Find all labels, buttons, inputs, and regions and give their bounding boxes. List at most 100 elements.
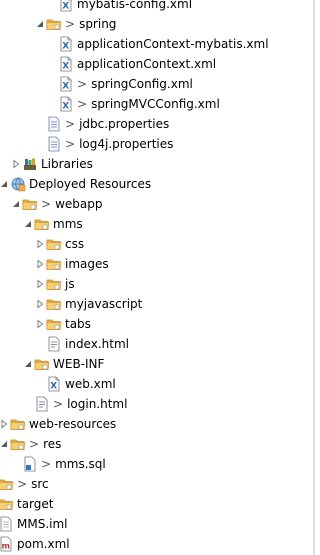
git-change-marker: >	[17, 477, 28, 491]
git-change-marker: >	[41, 197, 52, 211]
folder-icon	[34, 356, 50, 372]
tree-item[interactable]: X web.xml	[34, 374, 116, 394]
tree-item[interactable]: web-resources	[0, 414, 116, 434]
tree-item-label: MMS.iml	[17, 517, 68, 531]
folder-icon	[46, 16, 62, 32]
tree-item-label: res	[43, 437, 62, 451]
tree-item-label: src	[31, 477, 49, 491]
tree-item-label: WEB-INF	[53, 357, 105, 371]
tree-item-label: pom.xml	[17, 537, 70, 551]
git-change-marker: >	[77, 77, 88, 91]
tree-item[interactable]: > login.html	[22, 394, 127, 414]
no-twisty	[22, 394, 34, 414]
svg-text:X: X	[62, 62, 69, 72]
tree-item[interactable]: mms	[22, 214, 83, 234]
html-file-icon	[34, 396, 50, 412]
xml-file-icon: X	[46, 376, 62, 392]
tree-item-label: js	[65, 277, 75, 291]
tree-item-label: images	[65, 257, 109, 271]
folder-icon	[46, 276, 62, 292]
tree-item[interactable]: tabs	[34, 314, 91, 334]
expand-arrow-icon[interactable]	[34, 314, 46, 334]
collapse-arrow-icon[interactable]	[34, 14, 46, 34]
tree-item[interactable]: MMS.iml	[0, 514, 68, 534]
scrollbar-edge[interactable]	[313, 0, 315, 555]
tree-item[interactable]: X mybatis-config.xml	[46, 0, 192, 14]
tree-item[interactable]: X > springConfig.xml	[46, 74, 193, 94]
tree-item-label: login.html	[67, 397, 128, 411]
folder-icon	[10, 416, 26, 432]
expand-arrow-icon[interactable]	[34, 234, 46, 254]
tree-item[interactable]: > webapp	[10, 194, 102, 214]
iml-file-icon	[0, 516, 14, 532]
collapse-arrow-icon[interactable]	[22, 214, 34, 234]
git-change-marker: >	[65, 117, 76, 131]
tree-item-label: jdbc.properties	[79, 117, 170, 131]
tree-item-label: Deployed Resources	[29, 177, 152, 191]
git-change-marker: >	[77, 97, 88, 111]
collapse-arrow-icon[interactable]	[22, 354, 34, 374]
tree-item-label: applicationContext.xml	[77, 57, 217, 71]
folder-icon	[46, 236, 62, 252]
no-twisty	[46, 54, 58, 74]
tree-item[interactable]: m pom.xml	[0, 534, 70, 554]
tree-item[interactable]: X applicationContext-mybatis.xml	[46, 34, 269, 54]
no-twisty	[34, 134, 46, 154]
expand-arrow-icon[interactable]	[0, 414, 10, 434]
no-twisty	[34, 374, 46, 394]
tree-item-label: mms.sql	[55, 457, 106, 471]
tree-item[interactable]: WEB-INF	[22, 354, 104, 374]
tree-item-label: tabs	[65, 317, 91, 331]
no-twisty	[46, 34, 58, 54]
tree-item-label: webapp	[55, 197, 103, 211]
expand-arrow-icon[interactable]	[34, 254, 46, 274]
tree-item[interactable]: Deployed Resources	[0, 174, 151, 194]
git-change-marker: >	[65, 137, 76, 151]
git-change-marker: >	[65, 17, 76, 31]
tree-item[interactable]: > mms.sql	[10, 454, 106, 474]
svg-text:X: X	[62, 102, 69, 112]
folder-icon	[46, 296, 62, 312]
xml-file-icon: X	[58, 0, 74, 12]
tree-item-label: springMVCConfig.xml	[91, 97, 220, 111]
properties-file-icon	[46, 116, 62, 132]
folder-icon	[46, 256, 62, 272]
tree-item-label: web.xml	[65, 377, 116, 391]
expand-arrow-icon[interactable]	[34, 294, 46, 314]
collapse-arrow-icon[interactable]	[0, 174, 10, 194]
pom-file-icon: m	[0, 536, 14, 552]
tree-item-label: log4j.properties	[79, 137, 174, 151]
tree-item[interactable]: images	[34, 254, 109, 274]
xml-file-icon: X	[58, 36, 74, 52]
tree-item[interactable]: js	[34, 274, 75, 294]
collapse-arrow-icon[interactable]	[10, 194, 22, 214]
tree-item[interactable]: > res	[0, 434, 61, 454]
tree-item[interactable]: css	[34, 234, 84, 254]
library-icon	[22, 156, 38, 172]
tree-item-label: mybatis-config.xml	[77, 0, 193, 11]
collapse-arrow-icon[interactable]	[0, 434, 10, 454]
tree-item[interactable]: > jdbc.properties	[34, 114, 169, 134]
tree-item-label: Libraries	[41, 157, 93, 171]
tree-item[interactable]: Libraries	[10, 154, 93, 174]
git-change-marker: >	[41, 457, 52, 471]
folder-icon	[0, 476, 14, 492]
xml-file-icon: X	[58, 96, 74, 112]
tree-item[interactable]: > src	[0, 474, 49, 494]
tree-item[interactable]: myjavascript	[34, 294, 142, 314]
xml-file-icon: X	[58, 76, 74, 92]
svg-text:m: m	[2, 542, 10, 551]
folder-icon	[46, 316, 62, 332]
expand-arrow-icon[interactable]	[10, 154, 22, 174]
properties-file-icon	[46, 136, 62, 152]
tree-item[interactable]: target	[0, 494, 54, 514]
svg-text:X: X	[50, 382, 57, 392]
svg-text:X: X	[62, 2, 69, 12]
expand-arrow-icon[interactable]	[34, 274, 46, 294]
tree-item[interactable]: X > springMVCConfig.xml	[46, 94, 220, 114]
tree-item[interactable]: index.html	[34, 334, 129, 354]
no-twisty	[46, 74, 58, 94]
tree-item[interactable]: > log4j.properties	[34, 134, 173, 154]
tree-item[interactable]: > spring	[34, 14, 116, 34]
tree-item[interactable]: X applicationContext.xml	[46, 54, 216, 74]
